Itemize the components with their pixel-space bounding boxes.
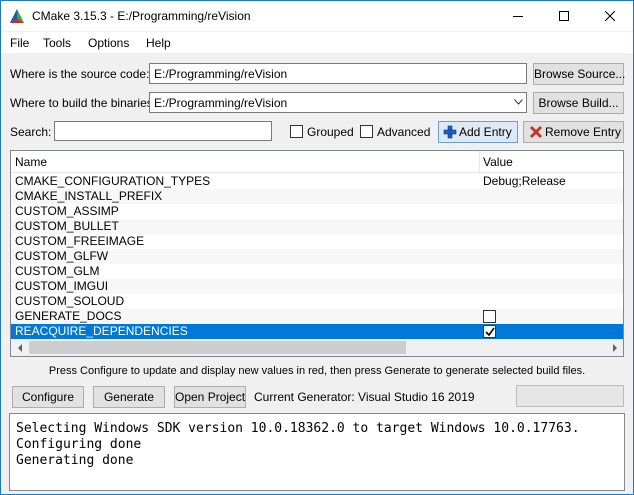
chevron-right-icon: [612, 343, 617, 352]
menu-options[interactable]: Options: [88, 36, 129, 50]
grouped-checkbox[interactable]: [290, 125, 303, 138]
row-name: CUSTOM_ASSIMP: [15, 204, 119, 218]
table-row[interactable]: CUSTOM_IMGUI: [11, 279, 623, 294]
cmake-logo-icon: [10, 9, 24, 23]
menu-tools[interactable]: Tools: [43, 36, 71, 50]
table-row[interactable]: CUSTOM_GLM: [11, 264, 623, 279]
chevron-down-icon[interactable]: [514, 99, 523, 105]
build-path-combo[interactable]: E:/Programming/reVision: [149, 92, 527, 113]
maximize-icon: [559, 11, 569, 21]
advanced-label: Advanced: [377, 125, 431, 139]
search-input[interactable]: [54, 121, 272, 141]
add-entry-label: Add Entry: [459, 125, 512, 139]
window-title: CMake 3.15.3 - E:/Programming/reVision: [32, 9, 251, 23]
row-name: CUSTOM_IMGUI: [15, 279, 109, 293]
table-header: Name Value: [11, 151, 623, 173]
cache-table[interactable]: Name Value CMAKE_CONFIGURATION_TYPES Deb…: [10, 150, 624, 357]
horizontal-scrollbar[interactable]: [11, 339, 623, 356]
row-name: CUSTOM_GLFW: [15, 249, 109, 263]
add-entry-button[interactable]: Add Entry: [438, 121, 518, 143]
row-checkbox[interactable]: [483, 310, 496, 323]
output-line: Selecting Windows SDK version 10.0.18362…: [16, 421, 580, 436]
output-log[interactable]: Selecting Windows SDK version 10.0.18362…: [9, 413, 625, 491]
row-checkbox[interactable]: [483, 325, 496, 338]
build-label: Where to build the binaries:: [10, 96, 157, 110]
close-button[interactable]: [587, 1, 633, 31]
plus-icon: [443, 125, 457, 139]
table-row[interactable]: GENERATE_DOCS: [11, 309, 623, 324]
row-name: CMAKE_CONFIGURATION_TYPES: [15, 174, 211, 188]
table-row-selected[interactable]: REACQUIRE_DEPENDENCIES: [11, 324, 623, 339]
output-line: Generating done: [16, 453, 134, 468]
output-line: Configuring done: [16, 437, 142, 452]
browse-source-button[interactable]: Browse Source...: [533, 63, 625, 85]
row-name: CUSTOM_SOLOUD: [15, 294, 125, 308]
row-name: REACQUIRE_DEPENDENCIES: [15, 324, 188, 338]
open-project-button[interactable]: Open Project: [174, 386, 246, 408]
generate-button[interactable]: Generate: [93, 386, 165, 408]
search-label: Search:: [10, 125, 52, 139]
column-header-name[interactable]: Name: [15, 155, 47, 169]
row-name: CUSTOM_FREEIMAGE: [15, 234, 145, 248]
row-name: GENERATE_DOCS: [15, 309, 122, 323]
chevron-left-icon: [17, 343, 22, 352]
menu-file[interactable]: File: [10, 36, 29, 50]
table-row[interactable]: CUSTOM_ASSIMP: [11, 204, 623, 219]
table-row[interactable]: CMAKE_INSTALL_PREFIX: [11, 189, 623, 204]
source-label: Where is the source code:: [10, 67, 150, 81]
table-row[interactable]: CUSTOM_SOLOUD: [11, 294, 623, 309]
remove-entry-label: Remove Entry: [545, 125, 622, 139]
table-row[interactable]: CMAKE_CONFIGURATION_TYPES Debug;Release: [11, 174, 623, 189]
close-icon: [605, 11, 615, 21]
column-header-value[interactable]: Value: [483, 155, 513, 169]
table-row[interactable]: CUSTOM_GLFW: [11, 249, 623, 264]
scrollbar-thumb[interactable]: [29, 341, 406, 354]
table-row[interactable]: CUSTOM_FREEIMAGE: [11, 234, 623, 249]
row-name: CUSTOM_BULLET: [15, 219, 119, 233]
scroll-left-button[interactable]: [11, 339, 28, 356]
checkmark-icon: [485, 327, 495, 337]
title-bar[interactable]: CMake 3.15.3 - E:/Programming/reVision: [1, 1, 633, 31]
remove-icon: [529, 125, 543, 139]
progress-bar: [516, 385, 624, 407]
row-value[interactable]: Debug;Release: [483, 174, 566, 189]
menu-bar: File Tools Options Help: [1, 32, 633, 53]
column-divider[interactable]: [479, 151, 480, 173]
row-name: CUSTOM_GLM: [15, 264, 100, 278]
configure-hint: Press Configure to update and display ne…: [48, 365, 586, 377]
menu-help[interactable]: Help: [146, 36, 171, 50]
minimize-icon: [513, 16, 523, 17]
configure-button[interactable]: Configure: [12, 386, 84, 408]
cmake-window: CMake 3.15.3 - E:/Programming/reVision F…: [0, 0, 634, 495]
advanced-checkbox[interactable]: [360, 125, 373, 138]
remove-entry-button[interactable]: Remove Entry: [523, 121, 624, 143]
browse-build-button[interactable]: Browse Build...: [533, 92, 624, 114]
source-path-input[interactable]: E:/Programming/reVision: [149, 63, 527, 84]
build-path-value: E:/Programming/reVision: [154, 96, 288, 110]
grouped-label: Grouped: [307, 125, 354, 139]
scroll-right-button[interactable]: [606, 339, 623, 356]
current-generator-label: Current Generator: Visual Studio 16 2019: [254, 390, 475, 404]
maximize-button[interactable]: [541, 1, 587, 31]
minimize-button[interactable]: [495, 1, 541, 31]
row-name: CMAKE_INSTALL_PREFIX: [15, 189, 163, 203]
table-row[interactable]: CUSTOM_BULLET: [11, 219, 623, 234]
